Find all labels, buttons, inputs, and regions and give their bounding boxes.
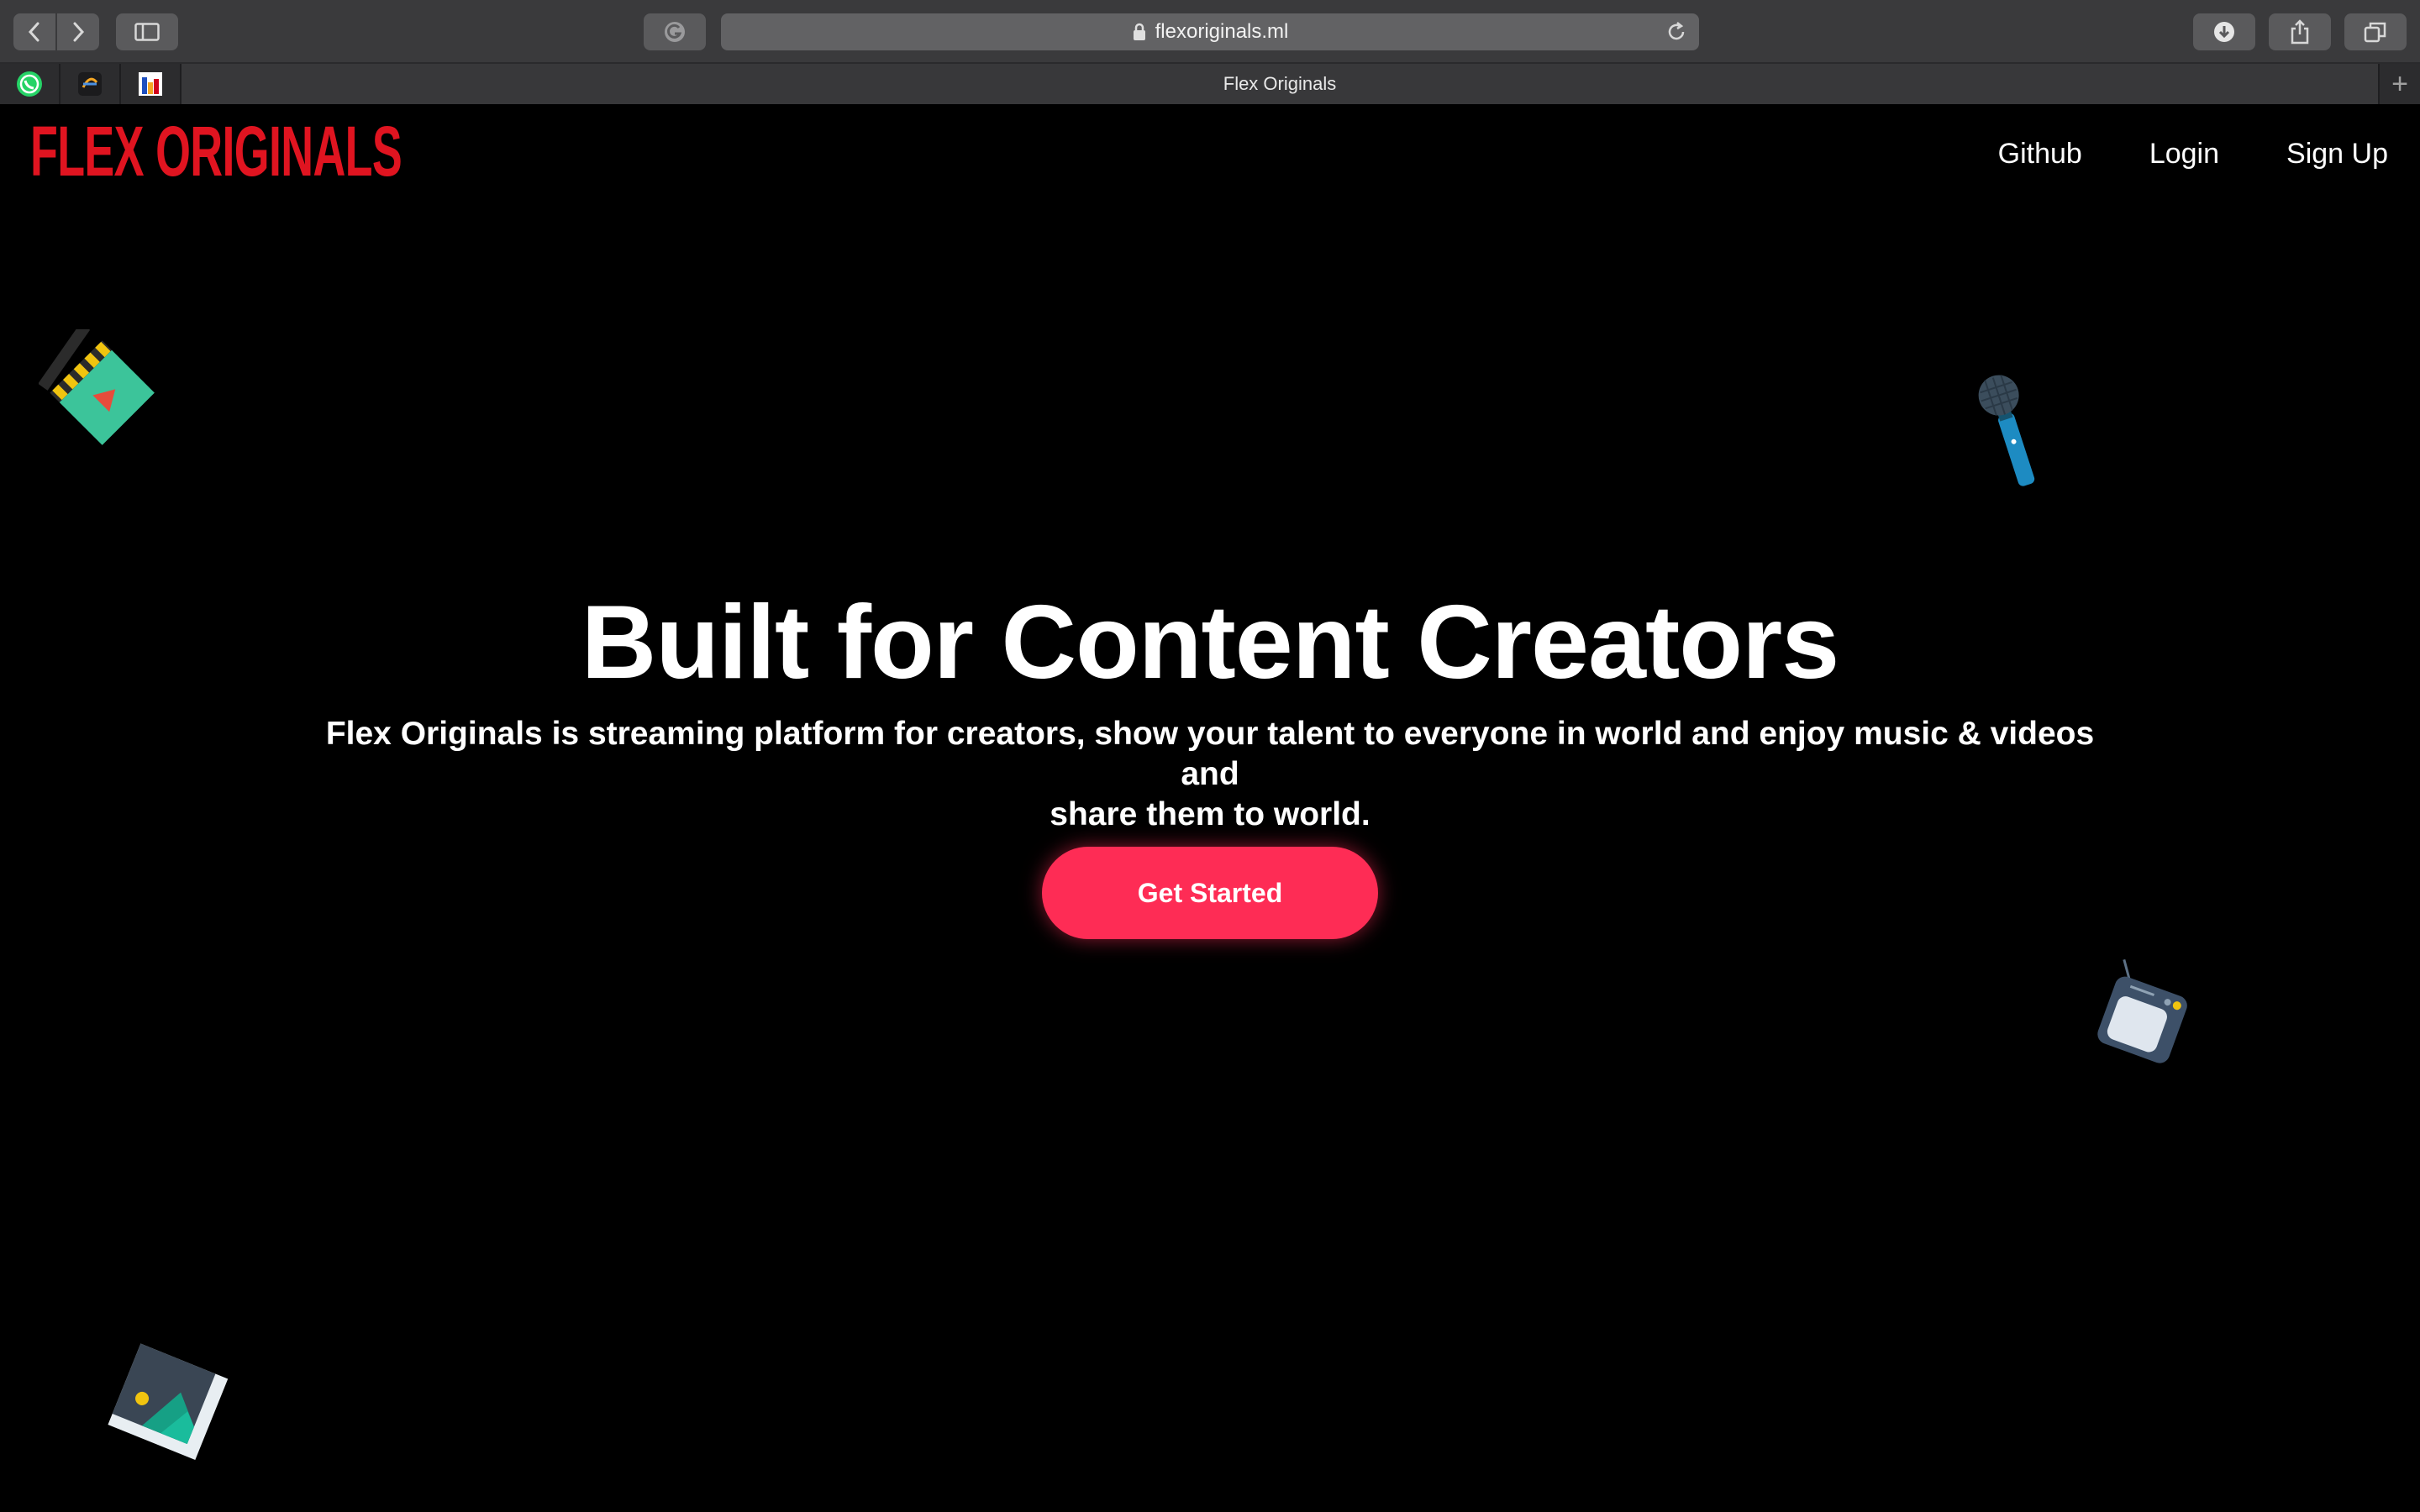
hero-subtitle-line-1: Flex Originals is streaming platform for… (325, 716, 2095, 792)
url-text: flexoriginals.ml (1155, 20, 1289, 43)
tab-title: Flex Originals (1223, 73, 1337, 94)
nav-link-login[interactable]: Login (2149, 138, 2219, 171)
tab-bar: Flex Originals + (0, 64, 2420, 104)
new-tab-button[interactable]: + (2378, 64, 2420, 104)
clapperboard-icon (39, 329, 155, 445)
nav-link-github[interactable]: Github (1998, 138, 2082, 171)
app-icon (78, 72, 102, 96)
nav-link-signup[interactable]: Sign Up (2286, 138, 2388, 171)
sidebar-button[interactable] (116, 13, 178, 50)
microphone-icon (1978, 375, 2035, 486)
get-started-button[interactable]: Get Started (1042, 847, 1378, 939)
tv-icon (2097, 958, 2187, 1063)
grammarly-icon (665, 22, 685, 42)
share-button[interactable] (2269, 13, 2331, 50)
sidebar-icon (134, 23, 160, 41)
address-bar[interactable]: flexoriginals.ml (721, 13, 1699, 50)
chevron-left-icon (28, 22, 39, 42)
site-logo[interactable]: FLEX ORIGINALS (30, 116, 402, 186)
top-nav: Github Login Sign Up (1998, 138, 2388, 171)
grammarly-extension-button[interactable] (644, 13, 706, 50)
hero-subtitle-line-2: share them to world. (1050, 796, 1370, 832)
pinned-tab-chart[interactable] (121, 64, 182, 104)
pinned-tab-app[interactable] (60, 64, 121, 104)
photo-icon (108, 1343, 229, 1460)
browser-toolbar: flexoriginals.ml (0, 0, 2420, 64)
tab-flex-originals[interactable]: Flex Originals (182, 64, 2378, 104)
chart-icon (139, 72, 162, 96)
download-icon (2214, 22, 2234, 42)
show-tabs-button[interactable] (2344, 13, 2407, 50)
reload-icon[interactable] (1665, 20, 1687, 50)
pinned-tab-whatsapp[interactable] (0, 64, 60, 104)
back-button[interactable] (13, 13, 55, 50)
whatsapp-icon (17, 71, 42, 97)
tabs-overview-icon (2364, 22, 2386, 43)
forward-button[interactable] (57, 13, 99, 50)
downloads-button[interactable] (2193, 13, 2255, 50)
chevron-right-icon (73, 22, 85, 42)
lock-icon (1132, 23, 1147, 41)
hero-title: Built for Content Creators (581, 585, 1839, 701)
share-icon (2291, 19, 2309, 45)
page-content: FLEX ORIGINALS Github Login Sign Up Buil… (0, 104, 2420, 1512)
hero-subtitle: Flex Originals is streaming platform for… (319, 714, 2101, 835)
